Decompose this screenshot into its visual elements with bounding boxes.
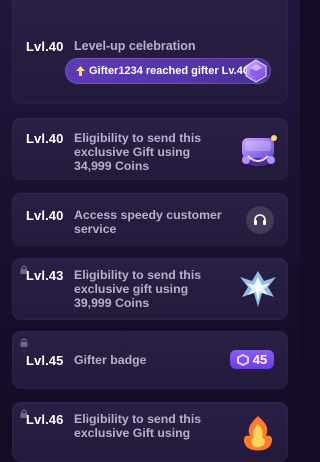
gifter-badge-gem-icon <box>236 353 249 366</box>
benefit-text: Gifter badge <box>74 353 147 367</box>
gifter-badge: 45 <box>230 350 274 369</box>
benefit-text: Access speedy customer service <box>74 208 222 237</box>
benefit-text: Eligibility to send this exclusive gift … <box>74 268 202 311</box>
benefit-card-speedy-customer-service: Lvl.40 Access speedy customer service <box>12 193 288 246</box>
exclusive-gift-image <box>236 130 280 170</box>
benefit-text: Eligibility to send this exclusive Gift … <box>74 131 202 174</box>
level-label: Lvl.43 <box>26 268 64 283</box>
benefits-list: Lvl.40 Level-up celebration Gifter1234 r… <box>0 0 300 462</box>
headset-icon <box>252 212 268 228</box>
benefit-text: Level-up celebration <box>74 39 196 53</box>
benefit-card-exclusive-gift-lvl46: Lvl.46 Eligibility to send this exclusiv… <box>12 402 288 462</box>
level-up-celebration-preview: Gifter1234 reached gifter Lv.40 <box>65 58 271 84</box>
level-label: Lvl.40 <box>26 208 64 223</box>
benefit-card-exclusive-gift-39999: Lvl.43 Eligibility to send this exclusiv… <box>12 258 288 320</box>
customer-service-button[interactable] <box>246 206 274 234</box>
level-label: Lvl.40 <box>26 131 64 146</box>
fire-gift-image <box>238 412 278 452</box>
level-label: Lvl.46 <box>26 412 64 427</box>
benefit-card-gifter-badge: Lvl.45 Gifter badge 45 <box>12 331 288 389</box>
level-label: Lvl.40 <box>26 39 64 54</box>
badge-number: 45 <box>252 352 268 367</box>
level-label: Lvl.45 <box>26 353 64 368</box>
celebration-message: Gifter1234 reached gifter Lv.40 <box>89 65 249 77</box>
lock-icon <box>18 337 29 348</box>
ice-phoenix-gift-image <box>238 267 278 311</box>
benefit-card-exclusive-gift-34999: Lvl.40 Eligibility to send this exclusiv… <box>12 118 288 180</box>
gem-icon <box>244 59 268 83</box>
level-up-arrow-icon <box>76 66 85 76</box>
benefit-text: Eligibility to send this exclusive Gift … <box>74 412 202 441</box>
benefit-card-level-up-celebration: Lvl.40 Level-up celebration Gifter1234 r… <box>12 0 288 104</box>
